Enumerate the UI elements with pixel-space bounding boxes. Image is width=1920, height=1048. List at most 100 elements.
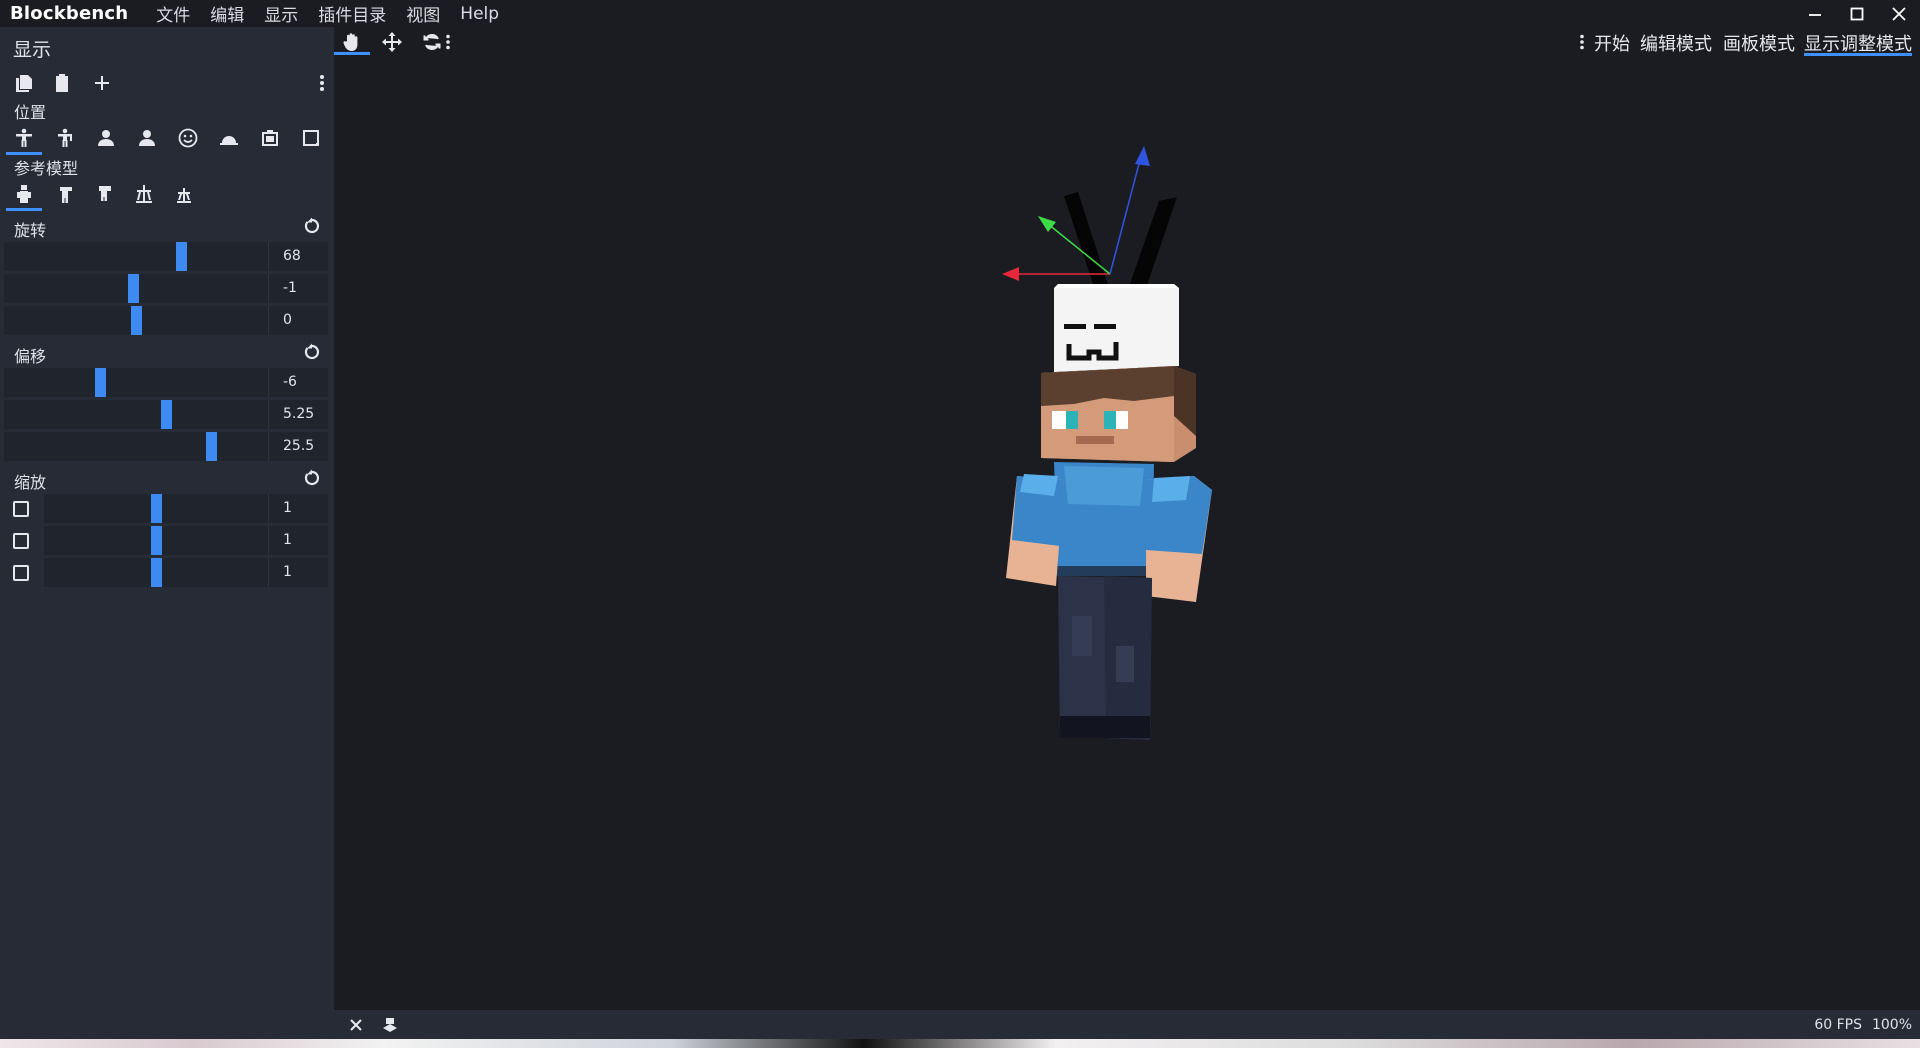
slider-track[interactable] [4,368,268,397]
app-title: Blockbench [10,3,129,24]
armor-stand-icon [136,185,152,203]
translate-tool[interactable] [374,28,410,55]
menu-view[interactable]: 视图 [396,1,450,26]
player-legs [1058,576,1152,740]
item-frame-icon [262,130,278,146]
slot-head[interactable] [168,121,208,155]
thirdperson-right-hand-icon [16,128,32,147]
maximize-button[interactable] [1836,0,1878,27]
rotation-z-slider[interactable]: 0 [4,305,330,336]
slider-track[interactable] [4,432,268,461]
minimize-icon [1809,13,1821,16]
player-torso [1054,462,1154,576]
minimize-button[interactable] [1794,0,1836,27]
slider-handle[interactable] [150,558,162,587]
title-bar: Blockbench 文件 编辑 显示 插件目录 视图 Help [0,0,1920,27]
reference-baby-zombie[interactable] [84,177,124,211]
translation-z-value[interactable]: 25.5 [268,432,328,461]
slider-handle[interactable] [160,400,172,429]
slider-track[interactable] [4,400,268,429]
display-slot-selector [4,121,330,155]
slider-handle[interactable] [130,306,142,335]
sidebar-more-button[interactable] [312,69,332,97]
head-accessory-block [1054,284,1179,372]
viewport-more-button[interactable] [440,28,456,55]
reference-model-label: 参考模型 [14,159,79,178]
slot-gui[interactable] [291,121,331,155]
display-sidebar: 显示 位置 参考模型 旋转 68 -1 0 偏移 -6 5.25 25.5 缩放… [0,27,334,1039]
slot-firstperson-left[interactable] [127,121,167,155]
translation-reset-button[interactable] [300,340,324,364]
copy-button[interactable] [10,69,38,97]
mirror-y-checkbox[interactable] [13,533,29,549]
rotate-icon [423,33,441,50]
translation-x-slider[interactable]: -6 [4,367,330,398]
tab-start[interactable]: 开始 [1594,30,1630,56]
translation-y-value[interactable]: 5.25 [268,400,328,429]
add-icon [95,76,109,90]
slider-handle[interactable] [150,494,162,523]
scale-z-slider[interactable]: 1 [4,557,330,588]
viewport-scene[interactable] [334,56,1920,1010]
reference-zombie[interactable] [44,177,84,211]
translation-z-slider[interactable]: 25.5 [4,431,330,462]
ground-toggle-button[interactable] [372,1011,408,1038]
slot-firstperson-right[interactable] [86,121,126,155]
reference-small-armor-stand[interactable] [164,177,204,211]
slider-handle[interactable] [150,526,162,555]
viewport-toolbar: 开始 编辑模式 画板模式 显示调整模式 [334,27,1920,56]
tab-paint-mode[interactable]: 画板模式 [1723,30,1795,56]
mirror-z-checkbox[interactable] [13,565,29,581]
rotation-label: 旋转 [14,221,47,240]
slot-ground[interactable] [209,121,249,155]
move-view-tool[interactable] [334,28,370,55]
close-icon [1892,6,1906,21]
slider-handle[interactable] [176,242,188,271]
scale-z-value[interactable]: 1 [268,558,328,587]
slot-item-frame[interactable] [250,121,290,155]
zoom-readout: 100% [1871,1017,1912,1033]
rotation-y-value[interactable]: -1 [268,274,328,303]
mirror-x-checkbox[interactable] [13,501,29,517]
menu-plugins[interactable]: 插件目录 [308,1,396,26]
player-model-icon [383,1017,397,1032]
tab-edit-mode[interactable]: 编辑模式 [1640,30,1712,56]
tab-display-mode[interactable]: 显示调整模式 [1804,30,1912,56]
slider-handle[interactable] [95,368,107,397]
reference-armor-stand[interactable] [124,177,164,211]
scale-y-slider[interactable]: 1 [4,525,330,556]
close-button[interactable] [1878,0,1920,27]
slider-track[interactable] [4,242,268,271]
rotation-reset-button[interactable] [300,214,324,238]
slider-handle[interactable] [127,274,139,303]
slot-thirdperson-right[interactable] [4,121,44,155]
menu-help[interactable]: Help [450,4,509,24]
scale-x-slider[interactable]: 1 [4,493,330,524]
paste-button[interactable] [48,69,76,97]
slot-thirdperson-left[interactable] [45,121,85,155]
close-viewport-button[interactable] [338,1011,374,1038]
rotation-y-slider[interactable]: -1 [4,273,330,304]
scale-y-value[interactable]: 1 [268,526,328,555]
add-button[interactable] [88,69,116,97]
menu-edit[interactable]: 编辑 [200,1,254,26]
menu-display[interactable]: 显示 [254,1,308,26]
accessory-horn-left [1064,192,1109,290]
player-head [1041,366,1196,462]
3d-viewport[interactable] [334,56,1920,1010]
menu-file[interactable]: 文件 [146,1,200,26]
scale-x-value[interactable]: 1 [268,494,328,523]
rotation-x-slider[interactable]: 68 [4,241,330,272]
more-vertical-icon [1580,34,1584,49]
rotation-x-value[interactable]: 68 [268,242,328,271]
slot-label: 位置 [14,103,47,122]
scale-reset-button[interactable] [300,466,324,490]
close-icon [350,1018,362,1031]
translation-x-value[interactable]: -6 [268,368,328,397]
translation-y-slider[interactable]: 5.25 [4,399,330,430]
rotation-z-value[interactable]: 0 [268,306,328,335]
zombie-model-icon [60,187,72,203]
slider-handle[interactable] [206,432,218,461]
reference-player[interactable] [4,177,44,211]
mode-more-button[interactable] [1574,28,1590,55]
